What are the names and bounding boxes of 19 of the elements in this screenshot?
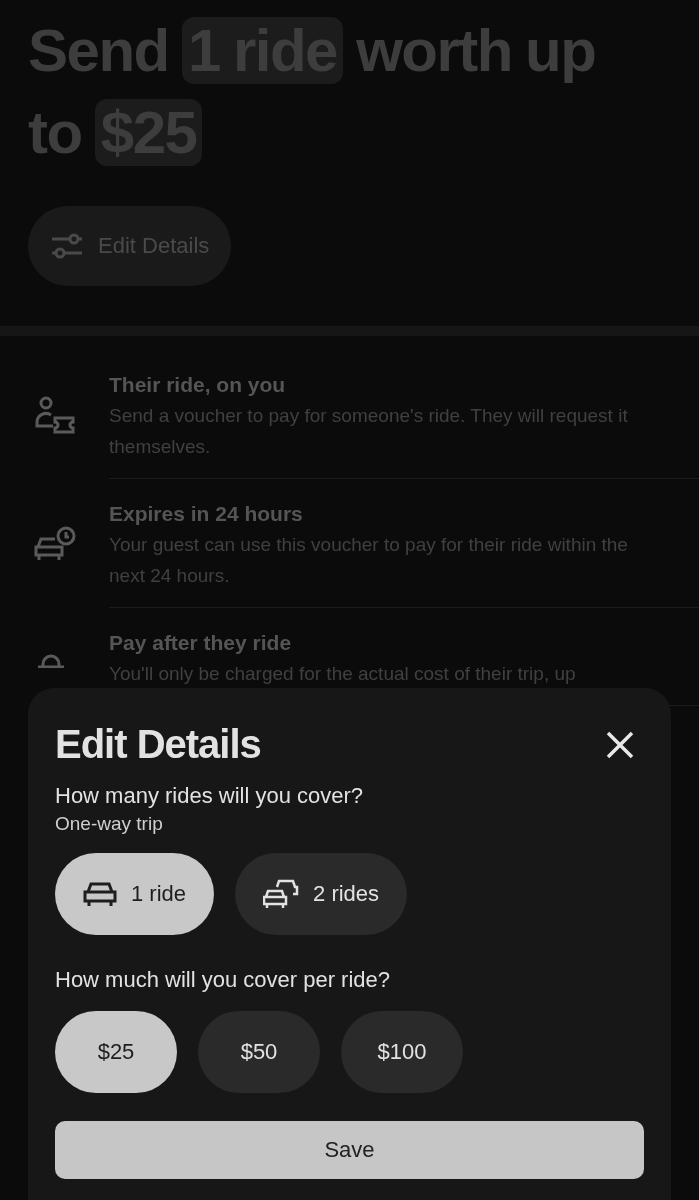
question-label: How many rides will you cover?	[55, 783, 365, 809]
car-icon	[83, 881, 117, 907]
ride-count-option[interactable]: 1 ride	[55, 853, 215, 935]
amount-option[interactable]: $100	[341, 1011, 463, 1093]
close-button[interactable]	[606, 730, 634, 759]
sheet-title: Edit Details	[55, 722, 261, 767]
ride-count-option[interactable]: 2 rides	[235, 853, 408, 935]
person-ticket-icon	[33, 396, 77, 436]
question-label: How much will you cover per ride?	[55, 967, 392, 993]
feature-title: Pay after they ride	[109, 630, 293, 656]
trip-type-label: One-way trip	[55, 813, 164, 835]
amount-option[interactable]: $25	[55, 1011, 177, 1093]
amount-option[interactable]: $50	[198, 1011, 320, 1093]
feature-title: Their ride, on you	[109, 372, 287, 398]
feature-title: Expires in 24 hours	[109, 501, 304, 527]
save-button[interactable]: Save	[55, 1121, 644, 1179]
close-icon	[606, 730, 634, 759]
cars-icon	[263, 878, 300, 910]
sliders-icon	[50, 231, 84, 261]
